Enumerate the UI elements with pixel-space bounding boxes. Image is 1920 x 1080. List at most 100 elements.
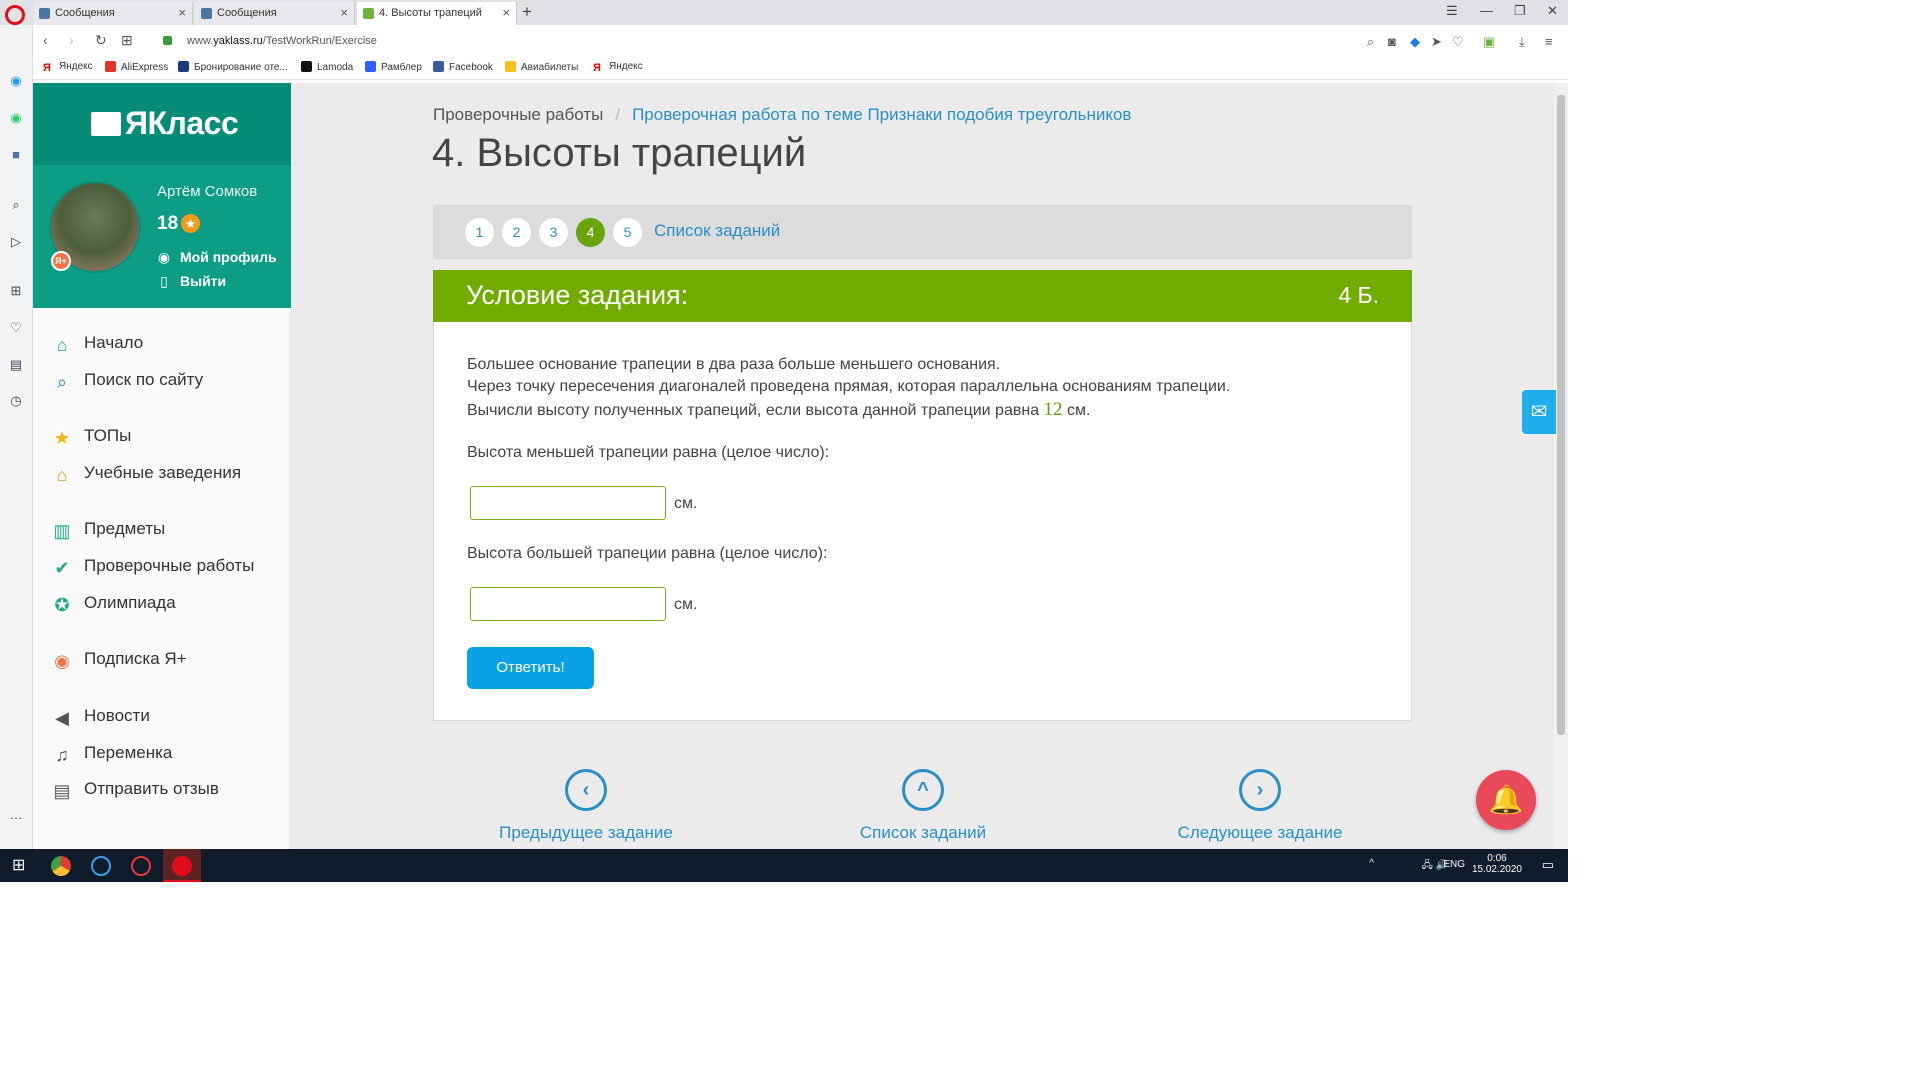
new-tab-icon[interactable]: +: [522, 2, 532, 22]
sidebar-item-news[interactable]: ◀ Новости: [49, 703, 150, 729]
bookmark-facebook[interactable]: Facebook: [433, 61, 493, 73]
task-number-2[interactable]: 2: [502, 218, 531, 247]
task-list-link[interactable]: Список заданий: [654, 221, 780, 241]
address-bar: ‹ › ↻ ⊞ www.yaklass.ru/TestWorkRun/Exerc…: [33, 28, 1568, 56]
adblock-icon[interactable]: ◆: [1410, 34, 1420, 50]
app-icon[interactable]: [131, 856, 151, 876]
heart-icon[interactable]: ♡: [1452, 34, 1464, 50]
next-task-nav[interactable]: › Следующее задание: [1160, 769, 1360, 843]
opera-menu-icon[interactable]: [5, 5, 25, 25]
bookmark-yandex[interactable]: Я Яндекс: [43, 61, 93, 74]
news-icon[interactable]: ▤: [8, 357, 24, 373]
messenger-icon[interactable]: ◉: [8, 73, 24, 89]
submit-answer-button[interactable]: Ответить!: [467, 647, 594, 689]
bookmark-rambler[interactable]: Рамблер: [365, 61, 422, 73]
chevron-right-icon: ›: [1239, 769, 1281, 811]
prev-task-nav[interactable]: ‹ Предыдущее задание: [486, 769, 686, 843]
send-icon[interactable]: ▷: [8, 234, 24, 250]
sidebar-item-olympiad[interactable]: ✪ Олимпиада: [49, 590, 175, 616]
forward-icon[interactable]: ›: [69, 32, 74, 48]
speed-dial-icon[interactable]: ⊞: [121, 32, 133, 49]
back-icon[interactable]: ‹: [43, 32, 48, 48]
task-number-5[interactable]: 5: [613, 218, 642, 247]
tab-menu-icon[interactable]: ☰: [1446, 3, 1458, 19]
logout-link[interactable]: ▯ Выйти: [157, 273, 226, 290]
exit-icon: ▯: [160, 273, 168, 289]
notifications-icon[interactable]: ▭: [1542, 857, 1554, 873]
prev-task-label[interactable]: Предыдущее задание: [486, 823, 686, 843]
scrollbar-thumb[interactable]: [1557, 95, 1565, 735]
bookmark-lamoda[interactable]: Lamoda: [301, 61, 353, 73]
sidebar-item-institutions[interactable]: ⌂ Учебные заведения: [49, 460, 242, 486]
restore-icon[interactable]: ❐: [1514, 3, 1526, 19]
extension-icon[interactable]: ▣: [1483, 34, 1495, 50]
yaklass-logo[interactable]: ЯКласс: [91, 105, 239, 142]
next-task-label[interactable]: Следующее задание: [1160, 823, 1360, 843]
unit-label: см.: [674, 495, 698, 512]
download-icon[interactable]: ⤓: [1519, 34, 1525, 50]
mail-icon[interactable]: ✉: [1522, 390, 1556, 434]
lock-icon[interactable]: [163, 36, 172, 45]
browser-tab-active[interactable]: 4. Высоты трапеций ×: [357, 2, 517, 25]
bookmark-yandex[interactable]: Я Яндекс: [593, 61, 643, 74]
send-icon[interactable]: ➤: [1431, 34, 1442, 50]
speed-dial-icon[interactable]: ⊞: [8, 283, 24, 299]
close-tab-icon[interactable]: ×: [340, 2, 348, 24]
breadcrumb-tests-link[interactable]: Проверочные работы: [433, 105, 603, 124]
search-icon[interactable]: ⌕: [8, 197, 24, 213]
reload-icon[interactable]: ↻: [95, 32, 107, 49]
heart-icon[interactable]: ♡: [8, 320, 24, 336]
browser-tab[interactable]: Сообщения ×: [195, 2, 355, 25]
tray-arrow-icon[interactable]: ^: [1369, 858, 1374, 869]
history-icon[interactable]: ◷: [8, 393, 24, 409]
close-tab-icon[interactable]: ×: [178, 2, 186, 24]
task-list-nav[interactable]: ^ Список заданий: [823, 769, 1023, 843]
sidebar-item-home[interactable]: ⌂ Начало: [49, 330, 144, 356]
sidebar-item-search[interactable]: ⌕ Поиск по сайту: [49, 367, 203, 393]
breadcrumb-test-link[interactable]: Проверочная работа по теме Признаки подо…: [632, 105, 1131, 124]
sidebar-item-tops[interactable]: ★ ТОПы: [49, 423, 131, 449]
vk-icon[interactable]: ■: [8, 147, 24, 163]
sidebar-item-subscription[interactable]: ◉ Подписка Я+: [49, 646, 186, 672]
task-number-1[interactable]: 1: [465, 218, 494, 247]
profile-link[interactable]: ◉ Мой профиль: [157, 249, 277, 266]
task-number-3[interactable]: 3: [539, 218, 568, 247]
bookmark-aviatickets[interactable]: Авиабилеты: [505, 61, 578, 73]
camera-icon[interactable]: ◙: [1388, 34, 1396, 49]
notification-bell-icon[interactable]: 🔔: [1476, 770, 1536, 830]
sidebar-item-break[interactable]: ♫ Переменка: [49, 740, 172, 766]
windows-start-icon[interactable]: ⊞: [12, 855, 32, 875]
bookmark-aliexpress[interactable]: AliExpress: [105, 61, 168, 73]
more-icon[interactable]: …: [8, 807, 24, 823]
vk-icon: [201, 8, 212, 19]
browser-tab[interactable]: Сообщения ×: [33, 2, 193, 25]
minimize-icon[interactable]: —: [1480, 3, 1493, 18]
scrollbar[interactable]: [1554, 83, 1568, 849]
sidebar-item-feedback[interactable]: ▤ Отправить отзыв: [49, 776, 218, 802]
condition-title: Условие задания:: [466, 280, 689, 310]
close-window-icon[interactable]: ✕: [1547, 3, 1558, 19]
task-list-label[interactable]: Список заданий: [823, 823, 1023, 843]
bookmark-booking[interactable]: Бронирование оте...: [178, 61, 288, 73]
check-circle-icon: ✔: [54, 558, 70, 578]
language-indicator[interactable]: ENG: [1443, 859, 1465, 870]
close-tab-icon[interactable]: ×: [502, 2, 510, 24]
user-name[interactable]: Артём Сомков: [157, 183, 257, 200]
answer-smaller-input[interactable]: [470, 486, 666, 520]
easy-setup-icon[interactable]: ≡: [1545, 34, 1553, 49]
whatsapp-icon[interactable]: ◉: [8, 110, 24, 126]
zoom-icon[interactable]: ⌕: [1367, 34, 1374, 50]
sidebar-item-subjects[interactable]: ▥ Предметы: [49, 516, 165, 542]
task-navigation: 1 2 3 4 5 Список заданий: [433, 205, 1412, 259]
ccleaner-icon[interactable]: [91, 856, 111, 876]
answer-larger-input[interactable]: [470, 587, 666, 621]
opera-taskbar-button[interactable]: [163, 849, 201, 882]
task-number-4-active[interactable]: 4: [576, 218, 605, 247]
url-field[interactable]: www.yaklass.ru/TestWorkRun/Exercise: [187, 35, 377, 47]
chevron-left-icon: ‹: [565, 769, 607, 811]
chevron-up-icon: ^: [902, 769, 944, 811]
chrome-icon[interactable]: [51, 856, 71, 876]
search-icon: ⌕: [56, 372, 68, 392]
sidebar-item-tests[interactable]: ✔ Проверочные работы: [49, 553, 254, 579]
clock[interactable]: 0:06 15.02.2020: [1472, 853, 1522, 875]
